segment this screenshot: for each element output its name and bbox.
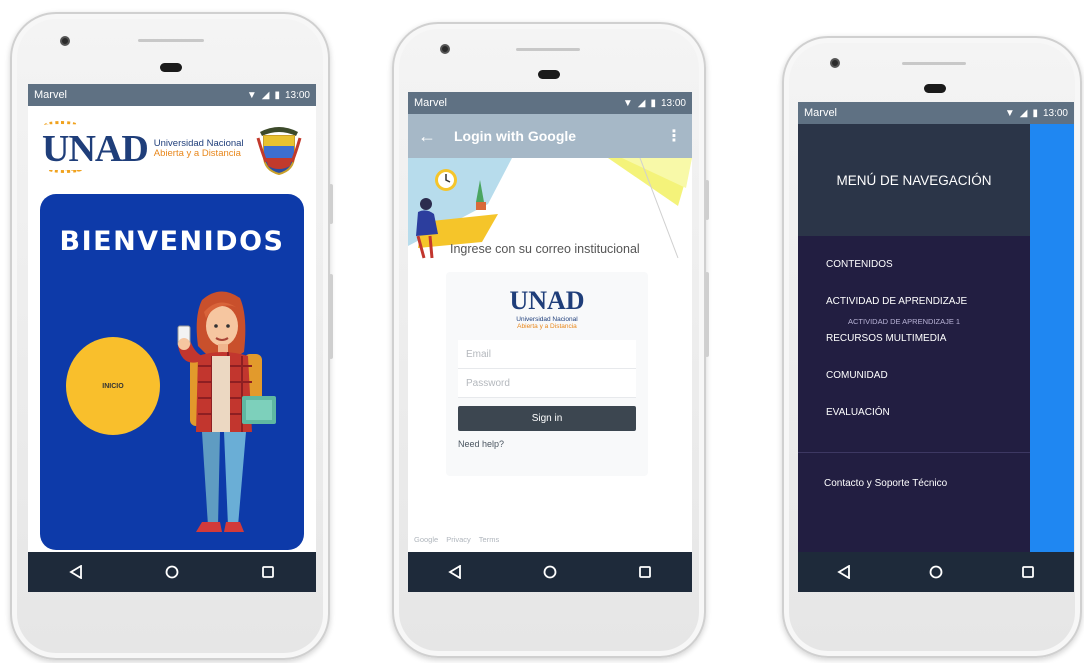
menu-item-recursos[interactable]: RECURSOS MULTIMEDIA	[826, 332, 1030, 369]
signal-icon: ◢	[261, 89, 270, 101]
home-nav-icon[interactable]	[157, 557, 187, 587]
content-scrim[interactable]	[1030, 124, 1074, 552]
drawer-header: MENÚ DE NAVEGACIÓN	[798, 124, 1030, 236]
screen-menu: Marvel ▼ ◢ ▮ 13:00 MENÚ DE NAVEGACIÓN CO…	[798, 102, 1074, 592]
menu-item-contenidos[interactable]: CONTENIDOS	[826, 258, 1030, 295]
login-banner: Ingrese con su correo institucional	[408, 158, 692, 260]
home-nav-icon[interactable]	[535, 557, 565, 587]
screen-login: Marvel ▼ ◢ ▮ 13:00 ← Login with Google ⋮	[408, 92, 692, 592]
carrier-label: Marvel	[804, 107, 838, 119]
status-bar: Marvel ▼ ◢ ▮ 13:00	[408, 92, 692, 114]
unad-logo-small: UNAD Universidad Nacional Abierta y a Di…	[509, 286, 585, 331]
clock-label: 13:00	[1042, 107, 1068, 119]
system-nav-bar	[408, 552, 692, 592]
university-name-line2: Abierta y a Distancia	[153, 148, 241, 159]
status-bar: Marvel ▼ ◢ ▮ 13:00	[28, 84, 316, 106]
sign-in-button[interactable]: Sign in	[458, 406, 636, 432]
speaker-icon	[924, 84, 946, 93]
header-logos: UNAD Universidad Nacional Abierta y a Di…	[28, 106, 316, 192]
phone-welcome: Marvel ▼ ◢ ▮ 13:00 UNAD Universidad Naci…	[10, 12, 333, 660]
phone-login: Marvel ▼ ◢ ▮ 13:00 ← Login with Google ⋮	[392, 22, 709, 658]
start-button[interactable]: INICIO	[66, 337, 160, 435]
login-app-bar: ← Login with Google ⋮	[408, 114, 692, 158]
login-title: Login with Google	[454, 128, 577, 144]
recents-nav-icon[interactable]	[253, 557, 283, 587]
university-name-line1: Universidad Nacional	[516, 316, 578, 323]
carrier-label: Marvel	[34, 89, 68, 101]
footer-link-privacy[interactable]: Privacy	[446, 535, 471, 544]
back-arrow-icon[interactable]: ←	[418, 126, 436, 147]
back-nav-icon[interactable]	[829, 557, 859, 587]
signal-icon: ◢	[1019, 107, 1028, 119]
recents-nav-icon[interactable]	[1013, 557, 1043, 587]
login-card: UNAD Universidad Nacional Abierta y a Di…	[446, 272, 648, 476]
battery-icon: ▮	[1032, 107, 1038, 119]
drawer-menu: CONTENIDOS ACTIVIDAD DE APRENDIZAJE RECU…	[798, 236, 1030, 443]
more-vert-icon[interactable]: ⋮	[666, 126, 682, 146]
university-name-line2: Abierta y a Distancia	[517, 323, 577, 331]
wifi-icon: ▼	[246, 89, 257, 101]
menu-item-actividad[interactable]: ACTIVIDAD DE APRENDIZAJE	[826, 295, 1030, 332]
welcome-card: BIENVENIDOS INICIO	[40, 194, 304, 550]
student-illustration	[168, 286, 288, 550]
drawer-divider	[798, 452, 1030, 453]
password-field[interactable]	[458, 369, 636, 399]
front-camera-icon	[830, 58, 840, 68]
phone-menu: Marvel ▼ ◢ ▮ 13:00 MENÚ DE NAVEGACIÓN CO…	[782, 36, 1082, 658]
footer-links: Google Privacy Terms	[414, 535, 499, 544]
speaker-icon	[538, 70, 560, 79]
front-camera-icon	[60, 36, 70, 46]
footer-link-google[interactable]: Google	[414, 535, 438, 544]
wifi-icon: ▼	[622, 97, 633, 109]
drawer-title: MENÚ DE NAVEGACIÓN	[836, 172, 992, 188]
speaker-icon	[160, 63, 182, 72]
home-nav-icon[interactable]	[921, 557, 951, 587]
mockup-stage: Marvel ▼ ◢ ▮ 13:00 UNAD Universidad Naci…	[0, 0, 1084, 663]
need-help-link[interactable]: Need help?	[458, 439, 648, 449]
email-field[interactable]	[458, 340, 636, 370]
coat-of-arms-icon	[256, 122, 302, 176]
front-camera-icon	[440, 44, 450, 54]
signal-icon: ◢	[637, 97, 646, 109]
system-nav-bar	[798, 552, 1074, 592]
menu-item-evaluacion[interactable]: EVALUACIÓN	[826, 406, 1030, 443]
navigation-drawer: MENÚ DE NAVEGACIÓN CONTENIDOS ACTIVIDAD …	[798, 124, 1030, 552]
back-nav-icon[interactable]	[61, 557, 91, 587]
unad-logo: UNAD Universidad Nacional Abierta y a Di…	[42, 121, 244, 173]
footer-link-terms[interactable]: Terms	[479, 535, 499, 544]
clock-label: 13:00	[660, 97, 686, 109]
wifi-icon: ▼	[1004, 107, 1015, 119]
battery-icon: ▮	[650, 97, 656, 109]
carrier-label: Marvel	[414, 97, 448, 109]
system-nav-bar	[28, 552, 316, 592]
banner-caption: Ingrese con su correo institucional	[450, 242, 640, 256]
menu-item-comunidad[interactable]: COMUNIDAD	[826, 369, 1030, 406]
clock-label: 13:00	[284, 89, 310, 101]
menu-subitem-actividad-1[interactable]: ACTIVIDAD DE APRENDIZAJE 1	[848, 317, 960, 326]
screen-welcome: Marvel ▼ ◢ ▮ 13:00 UNAD Universidad Naci…	[28, 84, 316, 592]
contact-support-link[interactable]: Contacto y Soporte Técnico	[824, 478, 947, 489]
back-nav-icon[interactable]	[440, 557, 470, 587]
navigation-drawer-area: MENÚ DE NAVEGACIÓN CONTENIDOS ACTIVIDAD …	[798, 124, 1074, 552]
battery-icon: ▮	[274, 89, 280, 101]
welcome-title: BIENVENIDOS	[59, 226, 285, 257]
status-bar: Marvel ▼ ◢ ▮ 13:00	[798, 102, 1074, 124]
recents-nav-icon[interactable]	[630, 557, 660, 587]
